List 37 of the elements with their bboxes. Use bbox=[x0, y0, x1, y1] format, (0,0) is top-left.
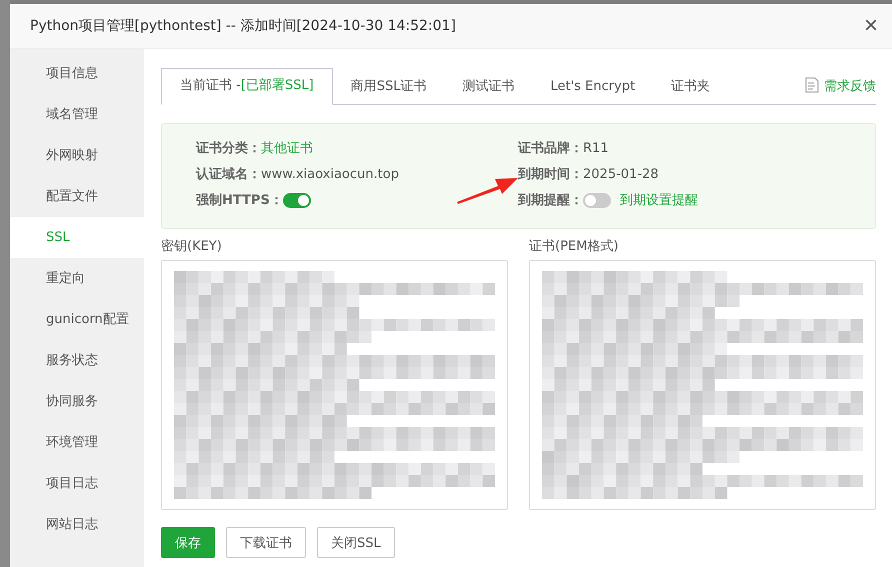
sidebar-item[interactable]: 重定向 bbox=[10, 258, 144, 299]
info-value: 其他证书 bbox=[261, 140, 313, 157]
sidebar-item[interactable]: 环境管理 bbox=[10, 422, 144, 463]
info-value: R11 bbox=[583, 140, 609, 156]
window-title: Python项目管理[pythontest] -- 添加时间[2024-10-30 14:52:01] bbox=[30, 17, 457, 35]
info-value: www.xiaoxiaocun.top bbox=[261, 166, 399, 182]
sidebar-item[interactable]: 项目信息 bbox=[10, 53, 144, 94]
sidebar-item[interactable]: 项目日志 bbox=[10, 463, 144, 504]
tab[interactable]: 测试证书 bbox=[444, 70, 532, 105]
toggle-switch[interactable] bbox=[282, 192, 311, 208]
sidebar-item[interactable]: 配置文件 bbox=[10, 176, 144, 217]
close-button[interactable]: × bbox=[864, 14, 878, 38]
tab[interactable]: 证书夹 bbox=[653, 70, 728, 105]
info-label: 认证域名： bbox=[196, 166, 261, 183]
info-label: 到期提醒： bbox=[518, 192, 583, 209]
sidebar-item[interactable]: 外网映射 bbox=[10, 135, 144, 176]
sidebar-item[interactable]: 域名管理 bbox=[10, 94, 144, 135]
certificate-field[interactable] bbox=[529, 260, 876, 510]
info-label: 强制HTTPS： bbox=[196, 192, 283, 209]
action-button[interactable]: 关闭SSL bbox=[317, 527, 395, 558]
tab[interactable]: 当前证书 -[已部署SSL] bbox=[161, 68, 333, 105]
info-value: 2025-01-28 bbox=[583, 166, 659, 182]
info-label: 证书品牌： bbox=[518, 140, 583, 157]
field-label: 密钥(KEY) bbox=[161, 238, 223, 256]
field-label: 证书(PEM格式) bbox=[529, 238, 620, 256]
sidebar-item[interactable]: 协同服务 bbox=[10, 381, 144, 422]
info-label: 证书分类： bbox=[196, 140, 261, 157]
tab[interactable]: 商用SSL证书 bbox=[332, 70, 444, 105]
note-icon bbox=[805, 77, 819, 93]
tab[interactable]: Let's Encrypt bbox=[532, 70, 654, 105]
sidebar-item[interactable]: gunicorn配置 bbox=[10, 299, 144, 340]
sidebar-item[interactable]: 网站日志 bbox=[10, 504, 144, 545]
action-button[interactable]: 下载证书 bbox=[226, 527, 306, 558]
key-field[interactable] bbox=[161, 260, 508, 510]
sidebar-item[interactable]: 服务状态 bbox=[10, 340, 144, 381]
info-label: 到期时间： bbox=[518, 166, 583, 183]
toggle-switch[interactable] bbox=[583, 192, 611, 208]
